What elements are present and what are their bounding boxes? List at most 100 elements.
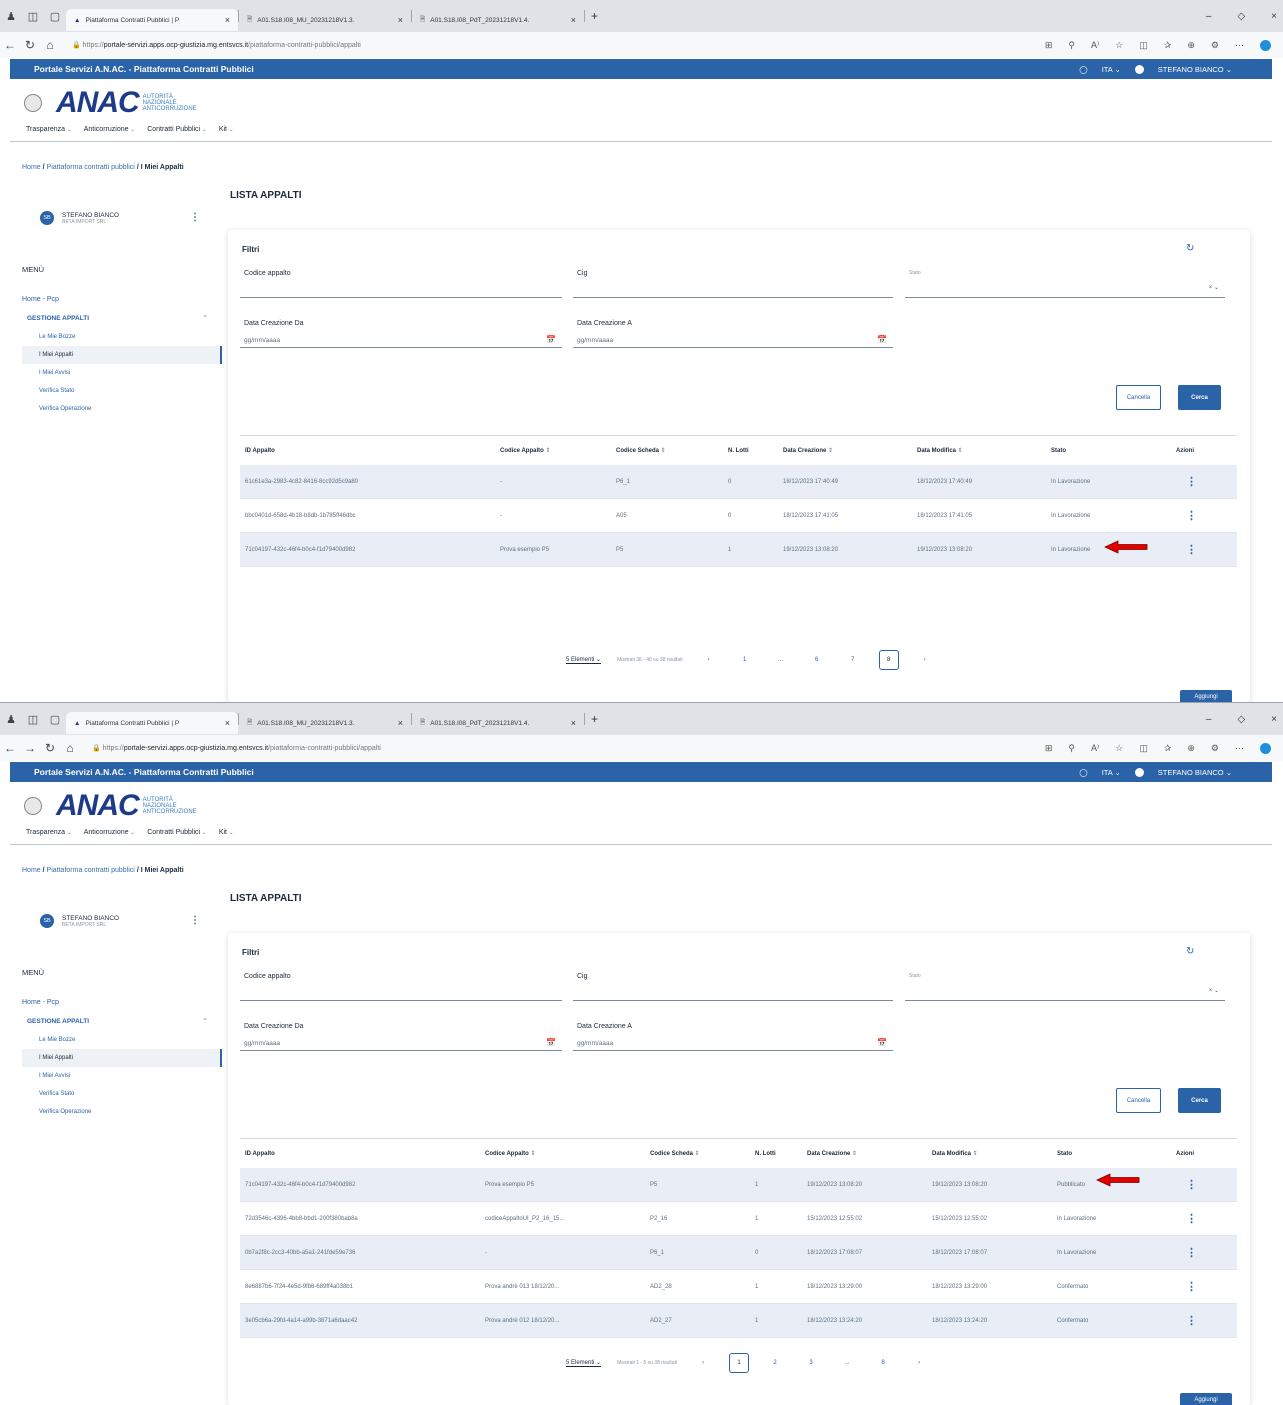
table-row[interactable]: 61c61e3a-2983-4c82-8416-8cc92d5c9a80 - P6_…	[240, 465, 1237, 499]
browser-tab[interactable]: 🗎 A01.S18.I08_MU_20231218V1.3. ×	[239, 712, 411, 734]
column-header-data-creazione[interactable]: Data Creazione	[807, 1150, 857, 1157]
nav-contratti-pubblici[interactable]: Contratti Pubblici	[147, 126, 207, 133]
breadcrumb-pcp[interactable]: Piattaforma contratti pubblici	[47, 164, 135, 171]
next-page-icon[interactable]: ›	[915, 650, 935, 670]
calendar-icon[interactable]: 📅	[877, 1038, 887, 1047]
calendar-icon[interactable]: 📅	[546, 1038, 556, 1047]
sidebar-item-i-miei-avvisi[interactable]: I Miei Avvisi	[22, 364, 222, 382]
table-row[interactable]: 71c04197-432c-46f4-b0c4-f1d79400d982 Prov…	[240, 533, 1237, 567]
minimize-icon[interactable]: –	[1206, 11, 1212, 22]
browser-tab[interactable]: 🗎 A01.S18.I08_PdT_20231218V1.4. ×	[412, 9, 584, 31]
browser-tab-active[interactable]: ▲ Piattaforma Contratti Pubblici | P ×	[66, 712, 238, 734]
apps-icon[interactable]: ⊞	[1045, 40, 1053, 51]
row-actions-icon[interactable]: ⋮	[1186, 475, 1197, 488]
page-6[interactable]: 6	[807, 650, 827, 670]
tab-actions-icon[interactable]: ▢	[44, 10, 66, 23]
notification-icon[interactable]: ◯	[1079, 768, 1087, 777]
close-tab-icon[interactable]: ×	[398, 718, 403, 728]
back-icon[interactable]: ←	[0, 741, 20, 755]
anac-logo[interactable]: ANAC AUTORITÀ NAZIONALE ANTICORRUZIONE	[24, 86, 197, 120]
cig-field[interactable]: Cig	[573, 270, 893, 298]
browser-tab[interactable]: 🗎 A01.S18.I08_PdT_20231218V1.4. ×	[412, 712, 584, 734]
read-aloud-icon[interactable]: A⁾	[1091, 743, 1099, 754]
search-button[interactable]: Cerca	[1178, 1088, 1221, 1113]
nav-anticorruzione[interactable]: Anticorruzione	[84, 829, 135, 836]
close-window-icon[interactable]: ×	[1271, 714, 1277, 725]
language-select[interactable]: ITA ⌄	[1102, 65, 1121, 74]
table-row[interactable]: 72d3546c-4396-4bb8-bbd1-200f380bab8a codi…	[240, 1202, 1237, 1236]
nav-anticorruzione[interactable]: Anticorruzione	[84, 126, 135, 133]
add-button[interactable]: Aggiungi	[1180, 1393, 1232, 1405]
sidebar-item-home[interactable]: Home - Pcp	[22, 993, 222, 1012]
user-options-icon[interactable]: ⋮	[190, 915, 200, 926]
restore-icon[interactable]: ◇	[1237, 11, 1245, 22]
column-header-data-modifica[interactable]: Data Modifica	[932, 1150, 978, 1157]
codice-appalto-field[interactable]: Codice appalto	[240, 973, 562, 1001]
table-row[interactable]: 0b7a2f8c-2cc3-40bb-a5a1-241fde59e736 - P6_…	[240, 1236, 1237, 1270]
prev-page-icon[interactable]: ‹	[693, 1353, 713, 1373]
new-tab-icon[interactable]: +	[591, 712, 598, 726]
breadcrumb-home[interactable]: Home	[22, 867, 41, 874]
page-size-select[interactable]: 5 Elementi ⌄	[566, 656, 602, 664]
nav-trasparenza[interactable]: Trasparenza	[26, 829, 72, 836]
calendar-icon[interactable]: 📅	[546, 335, 556, 344]
read-aloud-icon[interactable]: A⁾	[1091, 40, 1099, 51]
row-actions-icon[interactable]: ⋮	[1186, 543, 1197, 556]
table-row[interactable]: 8e6887b6-7f24-4e5d-9fb6-689ff4a038b1 Prov…	[240, 1270, 1237, 1304]
workspaces-icon[interactable]: ◫	[22, 10, 44, 23]
sidebar-group-gestione-appalti[interactable]: GESTIONE APPALTI ⌃	[22, 309, 222, 328]
calendar-icon[interactable]: 📅	[877, 335, 887, 344]
more-icon[interactable]: ⋯	[1235, 40, 1244, 51]
reload-icon[interactable]: ↻	[40, 741, 60, 755]
edge-copilot-icon[interactable]	[1260, 742, 1271, 754]
restore-icon[interactable]: ◇	[1237, 714, 1245, 725]
row-actions-icon[interactable]: ⋮	[1186, 1280, 1197, 1293]
notification-icon[interactable]: ◯	[1079, 65, 1087, 74]
anac-logo[interactable]: ANAC AUTORITÀ NAZIONALE ANTICORRUZIONE	[24, 789, 197, 823]
row-actions-icon[interactable]: ⋮	[1186, 1212, 1197, 1225]
extensions-icon[interactable]: ⚙	[1211, 743, 1219, 754]
cancel-button[interactable]: Cancella	[1116, 1088, 1161, 1113]
column-header-codice-scheda[interactable]: Codice Scheda	[616, 447, 666, 454]
data-creazione-a-field[interactable]: Data Creazione A gg/mm/aaaa 📅	[573, 320, 893, 348]
user-menu[interactable]: STEFANO BIANCO ⌄	[1158, 65, 1232, 74]
close-tab-icon[interactable]: ×	[225, 15, 230, 25]
page-1[interactable]: 1	[735, 650, 755, 670]
data-creazione-da-field[interactable]: Data Creazione Da gg/mm/aaaa 📅	[240, 320, 562, 348]
favorites-icon[interactable]: ✰	[1164, 40, 1172, 51]
url-field[interactable]: 🔒 https://portale-servizi.apps.ocp-giust…	[92, 744, 381, 752]
row-actions-icon[interactable]: ⋮	[1186, 1314, 1197, 1327]
forward-icon[interactable]: →	[20, 741, 40, 755]
refresh-icon[interactable]: ↻	[1186, 946, 1194, 957]
page-8[interactable]: 8	[873, 1353, 893, 1373]
home-icon[interactable]: ⌂	[60, 741, 80, 755]
edge-copilot-icon[interactable]	[1260, 39, 1271, 51]
page-size-select[interactable]: 5 Elementi ⌄	[566, 1359, 602, 1367]
nav-trasparenza[interactable]: Trasparenza	[26, 126, 72, 133]
table-row[interactable]: 71c04197-432c-46f4-b0c4-f1d79400d982 Prov…	[240, 1168, 1237, 1202]
page-3[interactable]: 3	[801, 1353, 821, 1373]
refresh-icon[interactable]: ↻	[1186, 243, 1194, 254]
close-tab-icon[interactable]: ×	[225, 718, 230, 728]
column-header-data-modifica[interactable]: Data Modifica	[917, 447, 963, 454]
new-tab-icon[interactable]: +	[591, 9, 598, 23]
home-icon[interactable]: ⌂	[40, 38, 60, 52]
nav-kit[interactable]: Kit	[219, 126, 234, 133]
cancel-button[interactable]: Cancella	[1116, 385, 1161, 410]
row-actions-icon[interactable]: ⋮	[1186, 509, 1197, 522]
row-actions-icon[interactable]: ⋮	[1186, 1246, 1197, 1259]
column-header-codice-scheda[interactable]: Codice Scheda	[650, 1150, 700, 1157]
sidebar-item-i-miei-appalti[interactable]: I Miei Appalti	[22, 346, 222, 364]
sidebar-group-gestione-appalti[interactable]: GESTIONE APPALTI ⌃	[22, 1012, 222, 1031]
stato-select[interactable]: Stato × ⌄	[905, 973, 1225, 1001]
browser-tab-active[interactable]: ▲ Piattaforma Contratti Pubblici | P ×	[66, 9, 238, 31]
data-creazione-da-field[interactable]: Data Creazione Da gg/mm/aaaa 📅	[240, 1023, 562, 1051]
sidebar-item-le-mie-bozze[interactable]: Le Mie Bozze	[22, 328, 222, 346]
column-header-codice-appalto[interactable]: Codice Appalto	[485, 1150, 535, 1157]
cig-field[interactable]: Cig	[573, 973, 893, 1001]
data-creazione-a-field[interactable]: Data Creazione A gg/mm/aaaa 📅	[573, 1023, 893, 1051]
sidebar-item-home[interactable]: Home - Pcp	[22, 290, 222, 309]
browser-tab[interactable]: 🗎 A01.S18.I08_MU_20231218V1.3. ×	[239, 9, 411, 31]
close-tab-icon[interactable]: ×	[398, 15, 403, 25]
codice-appalto-field[interactable]: Codice appalto	[240, 270, 562, 298]
